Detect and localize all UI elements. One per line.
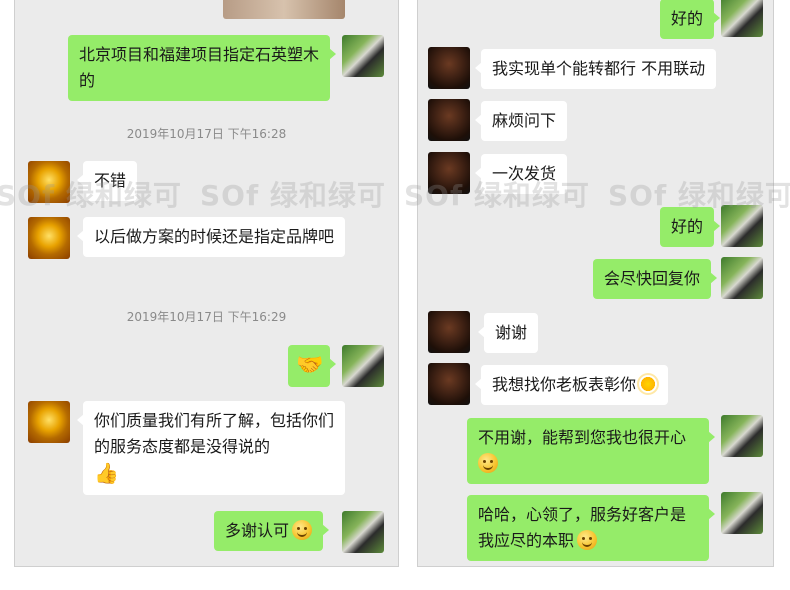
chat-panel-right: 好的 我实现单个能转都行 不用联动 麻烦问下 一次发货 好的 会尽快回复你 谢谢… (417, 0, 774, 567)
smile-emoji-icon (577, 530, 598, 550)
message-bubble[interactable]: 我想找你老板表彰你 (474, 365, 669, 405)
message-text: 谢谢 (495, 323, 528, 342)
message-text: 你们质量我们有所了解，包括你们的服务态度都是没得说的 (94, 411, 335, 456)
smile-emoji-icon (292, 520, 313, 540)
timestamp: 2019年10月17日 下午16:29 (126, 310, 287, 324)
watermark: SOf 绿和绿可 (404, 179, 590, 212)
avatar-me[interactable] (721, 415, 763, 457)
message-text: 北京项目和福建项目指定石英塑木的 (79, 45, 320, 90)
message-bubble[interactable]: 我实现单个能转都行 不用联动 (474, 49, 717, 89)
smile-emoji-icon (478, 453, 498, 473)
message-bubble[interactable]: 以后做方案的时候还是指定品牌吧 (77, 217, 345, 257)
image-message-thumbnail[interactable] (223, 0, 345, 19)
message-text: 多谢认可 (225, 521, 290, 540)
message-bubble[interactable]: 北京项目和福建项目指定石英塑木的 (68, 35, 336, 101)
avatar-me[interactable] (342, 345, 384, 387)
avatar-me[interactable] (342, 511, 384, 553)
message-bubble[interactable]: 不用谢，能帮到您我也很开心 (467, 418, 715, 484)
message-text: 好的 (671, 9, 704, 28)
message-bubble[interactable]: 好的 (660, 0, 721, 39)
message-text: 我实现单个能转都行 不用联动 (492, 59, 706, 78)
message-bubble[interactable]: 麻烦问下 (474, 101, 568, 141)
avatar-me[interactable] (721, 492, 763, 534)
message-text: 会尽快回复你 (604, 269, 701, 288)
handshake-icon: 🤝 (296, 353, 324, 378)
message-text: 我想找你老板表彰你 (492, 375, 637, 394)
message-bubble[interactable]: 会尽快回复你 (593, 259, 718, 299)
message-text: 好的 (671, 217, 704, 236)
message-bubble[interactable]: 🤝 (288, 345, 336, 387)
avatar-contact[interactable] (428, 99, 470, 141)
watermark: SOf 绿和绿可 (0, 179, 182, 212)
message-text: 麻烦问下 (492, 111, 557, 130)
avatar-me[interactable] (721, 257, 763, 299)
watermark: SOf 绿和绿可 (608, 179, 790, 212)
thumbs-up-icon: 👍 (94, 461, 119, 485)
message-bubble[interactable]: 哈哈，心领了，服务好客户是我应尽的本职 (467, 495, 715, 561)
message-bubble[interactable]: 谢谢 (477, 313, 539, 353)
avatar-contact[interactable] (428, 47, 470, 89)
sun-emoji-icon (639, 375, 658, 393)
watermark: SOf 绿和绿可 (200, 179, 386, 212)
timestamp: 2019年10月17日 下午16:28 (126, 127, 287, 141)
message-bubble[interactable]: 你们质量我们有所了解，包括你们的服务态度都是没得说的 👍 (77, 401, 345, 495)
message-text: 不用谢，能帮到您我也很开心 (478, 428, 687, 447)
avatar-me[interactable] (342, 35, 384, 77)
avatar-me[interactable] (721, 0, 763, 37)
avatar-contact[interactable] (28, 401, 70, 443)
message-bubble[interactable]: 多谢认可 (214, 511, 330, 551)
avatar-contact[interactable] (428, 311, 470, 353)
chat-panel-left: 北京项目和福建项目指定石英塑木的 2019年10月17日 下午16:28 不错 … (14, 0, 399, 567)
avatar-contact[interactable] (428, 363, 470, 405)
message-text: 以后做方案的时候还是指定品牌吧 (94, 227, 335, 246)
avatar-contact[interactable] (28, 217, 70, 259)
